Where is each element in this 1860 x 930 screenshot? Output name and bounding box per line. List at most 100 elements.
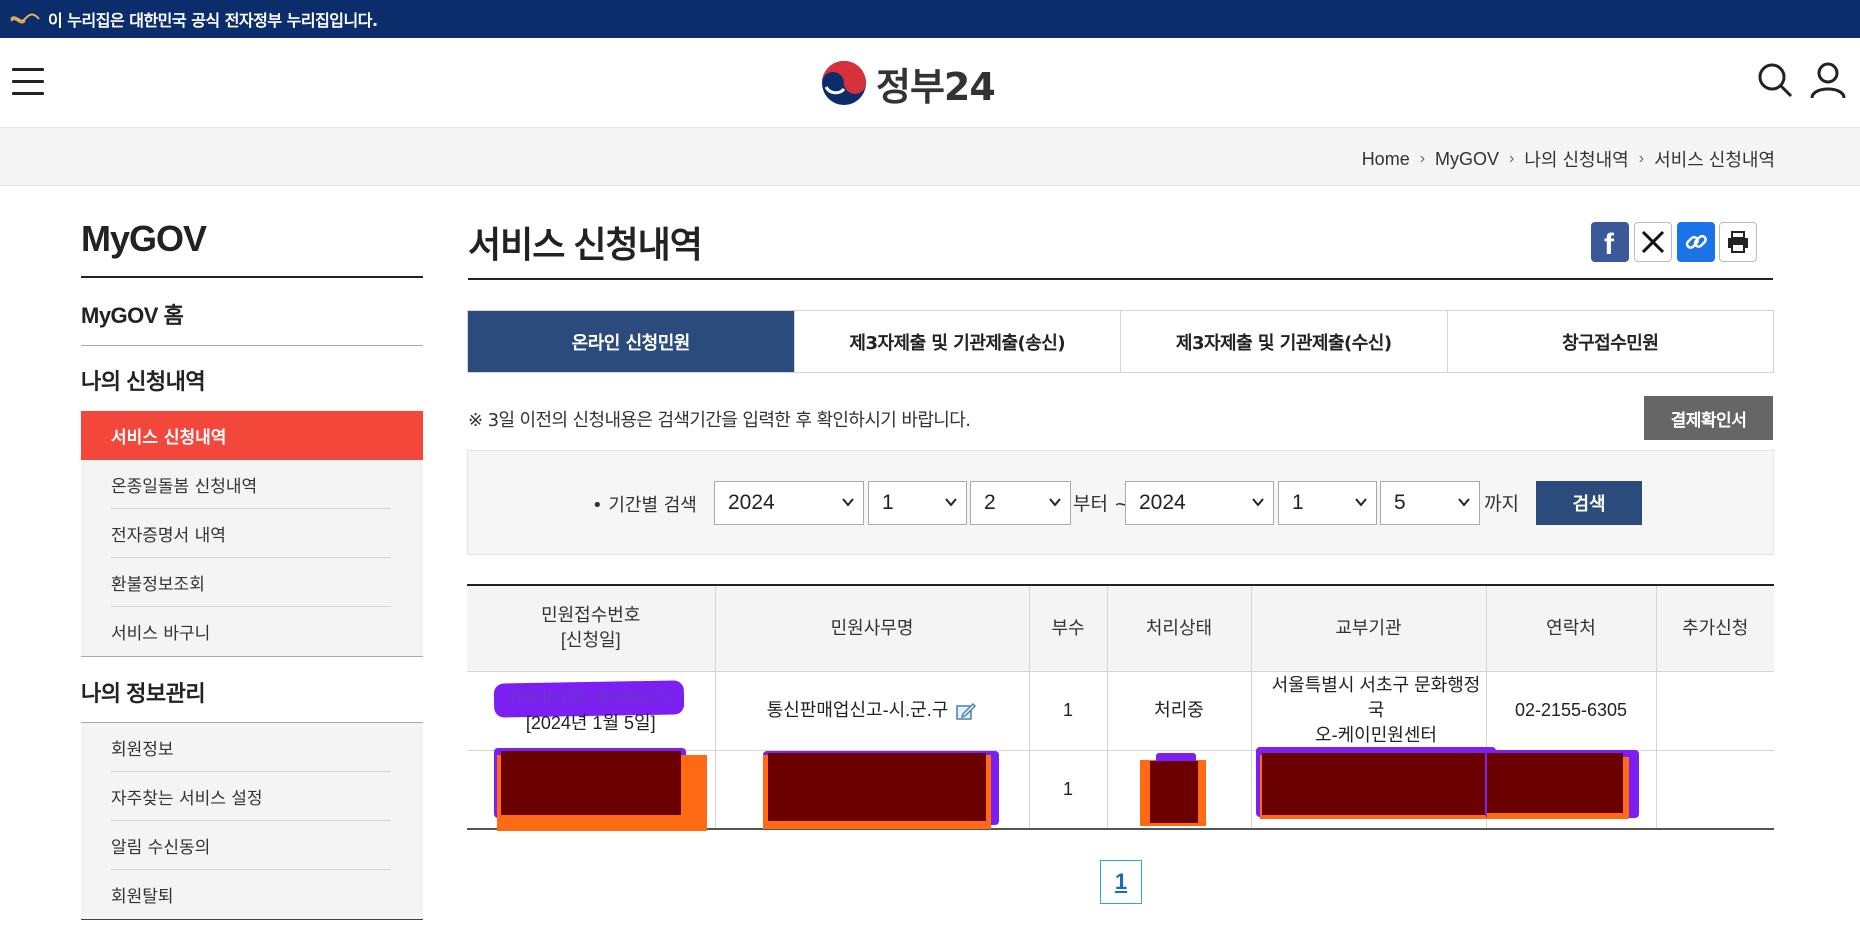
chevron-down-icon — [1458, 498, 1470, 507]
menu-icon[interactable] — [12, 68, 44, 96]
extra-cell — [1656, 671, 1774, 751]
redaction-scribble — [1261, 752, 1492, 815]
extra-cell — [1656, 750, 1774, 830]
col-extra: 추가신청 — [1656, 584, 1774, 672]
col-contact: 연락처 — [1486, 584, 1657, 672]
divider — [81, 656, 423, 657]
sidebar-title: MyGOV — [81, 218, 423, 278]
period-search-label: • 기간별 검색 — [592, 495, 697, 516]
sidebar-item-all-day-care[interactable]: 온종일돌봄 신청내역 — [81, 460, 423, 509]
copies-cell: 1 — [1029, 671, 1108, 751]
chevron-down-icon — [1355, 498, 1367, 507]
chevron-right-icon: › — [1638, 150, 1645, 167]
table-row: 1 — [467, 746, 1774, 831]
divider — [81, 919, 423, 920]
agency-cell: 서울특별시 서초구 문화행정국 오-케이민원센터 — [1251, 671, 1487, 751]
table-header-row: 민원접수번호 [신청일] 민원사무명 부수 처리상태 교부기관 연락처 추가신청 — [467, 584, 1774, 672]
chevron-right-icon: › — [1419, 150, 1426, 167]
tab-online-applications[interactable]: 온라인 신청민원 — [468, 311, 795, 372]
gov-official-banner: 이 누리집은 대한민국 공식 전자정부 누리집입니다. — [0, 0, 1860, 38]
agency-cell — [1251, 746, 1496, 830]
col-copies: 부수 — [1029, 584, 1108, 672]
status-cell — [1107, 750, 1252, 830]
search-period-notice: ※ 3일 이전의 신청내용은 검색기간을 입력한 후 확인하시기 바랍니다. — [468, 410, 971, 431]
user-icon[interactable] — [1808, 60, 1848, 100]
redaction-scribble — [1149, 760, 1198, 823]
link-icon — [1685, 234, 1707, 249]
chevron-down-icon — [842, 498, 854, 507]
table-row: 20240105-96980272 [2024년 1월 5일] 통신판매업신고-… — [467, 671, 1774, 751]
facebook-icon: f — [1604, 228, 1615, 257]
payment-receipt-button[interactable]: 결제확인서 — [1644, 396, 1773, 440]
site-header: 정부24 — [0, 38, 1860, 128]
receipt-no-cell[interactable]: 20240105-96980272 [2024년 1월 5일] — [467, 671, 716, 751]
sidebar-submenu-info: 회원정보 자주찾는 서비스 설정 알림 수신동의 회원탈퇴 — [81, 723, 423, 919]
taegeuk-icon — [822, 61, 866, 105]
from-month-select[interactable]: 1 — [868, 481, 967, 525]
to-day-select[interactable]: 5 — [1380, 481, 1480, 525]
gov-mark-icon — [10, 13, 40, 24]
to-suffix-label: 까지 — [1484, 493, 1519, 515]
x-icon — [1641, 230, 1665, 254]
contact-cell — [1484, 749, 1657, 830]
from-year-select[interactable]: 2024 — [714, 481, 864, 525]
chevron-down-icon — [1252, 498, 1264, 507]
sidebar-item-service-applications[interactable]: 서비스 신청내역 — [81, 411, 423, 460]
page-title: 서비스 신청내역 — [468, 224, 703, 265]
from-day-select[interactable]: 2 — [970, 481, 1071, 525]
title-rule — [468, 278, 1773, 280]
page-button-current[interactable]: 1 — [1100, 860, 1142, 904]
period-search-box: • 기간별 검색 2024 1 2 부터 ~ 2024 1 5 까지 검색 — [467, 450, 1774, 555]
gov-banner-text: 이 누리집은 대한민국 공식 전자정부 누리집입니다. — [48, 11, 378, 30]
logo-text: 정부24 — [876, 64, 996, 109]
search-button[interactable]: 검색 — [1536, 481, 1642, 525]
tab-third-party-received[interactable]: 제3자제출 및 기관제출(수신) — [1121, 311, 1448, 372]
breadcrumb-mygov[interactable]: MyGOV — [1435, 149, 1499, 170]
application-tabs: 온라인 신청민원 제3자제출 및 기관제출(송신) 제3자제출 및 기관제출(수… — [467, 310, 1774, 373]
svg-text:f: f — [1604, 228, 1615, 257]
sidebar-item-withdraw[interactable]: 회원탈퇴 — [81, 870, 423, 919]
col-status: 처리상태 — [1107, 584, 1252, 672]
contact-cell: 02-2155-6305 — [1486, 671, 1657, 751]
sidebar-item-refund-info[interactable]: 환불정보조회 — [81, 558, 423, 607]
tab-third-party-sent[interactable]: 제3자제출 및 기관제출(송신) — [795, 311, 1121, 372]
to-month-select[interactable]: 1 — [1278, 481, 1377, 525]
redaction-scribble — [767, 752, 986, 821]
gov24-logo[interactable]: 정부24 — [820, 58, 996, 109]
breadcrumb-current[interactable]: 서비스 신청내역 — [1654, 146, 1775, 172]
sidebar-section-my-info[interactable]: 나의 정보관리 — [81, 676, 423, 708]
service-name-cell[interactable]: 통신판매업신고-시.군.구 — [715, 671, 1030, 751]
breadcrumb-home[interactable]: Home — [1362, 149, 1410, 170]
sidebar-item-e-certificates[interactable]: 전자증명서 내역 — [81, 509, 423, 558]
copies-cell: 1 — [1029, 750, 1108, 830]
edit-icon[interactable] — [955, 701, 977, 721]
status-cell: 처리중 — [1107, 671, 1252, 751]
chevron-down-icon — [945, 498, 957, 507]
breadcrumb-band: Home › MyGOV › 나의 신청내역 › 서비스 신청내역 — [0, 128, 1860, 186]
chevron-right-icon: › — [1509, 150, 1515, 167]
sidebar-submenu-applications: 서비스 신청내역 온종일돌봄 신청내역 전자증명서 내역 환불정보조회 서비스 … — [81, 411, 423, 656]
redaction-scribble — [1486, 752, 1623, 813]
sidebar-item-member-info[interactable]: 회원정보 — [81, 723, 423, 772]
chevron-down-icon — [1049, 498, 1061, 507]
sidebar-item-service-basket[interactable]: 서비스 바구니 — [81, 607, 423, 656]
print-button[interactable] — [1719, 222, 1757, 262]
redaction-scribble — [501, 750, 681, 815]
search-icon[interactable] — [1755, 60, 1795, 100]
to-year-select[interactable]: 2024 — [1125, 481, 1274, 525]
sidebar-section-my-applications[interactable]: 나의 신청내역 — [81, 364, 423, 396]
divider — [81, 345, 423, 346]
copy-link-button[interactable] — [1677, 222, 1715, 262]
sidebar-item-notification-consent[interactable]: 알림 수신동의 — [81, 821, 423, 870]
col-agency: 교부기관 — [1251, 584, 1487, 672]
service-name-cell[interactable] — [715, 750, 1030, 830]
receipt-no-cell[interactable] — [467, 747, 716, 831]
from-suffix-label: 부터 ~ — [1073, 493, 1130, 515]
applications-table: 민원접수번호 [신청일] 민원사무명 부수 처리상태 교부기관 연락처 추가신청 … — [467, 584, 1774, 831]
breadcrumb-my-applications[interactable]: 나의 신청내역 — [1524, 146, 1628, 172]
facebook-share-button[interactable]: f — [1591, 222, 1629, 262]
x-share-button[interactable] — [1634, 222, 1672, 262]
sidebar-item-mygov-home[interactable]: MyGOV 홈 — [81, 298, 423, 330]
sidebar-item-favorite-services[interactable]: 자주찾는 서비스 설정 — [81, 772, 423, 821]
tab-counter-applications[interactable]: 창구접수민원 — [1448, 311, 1774, 372]
